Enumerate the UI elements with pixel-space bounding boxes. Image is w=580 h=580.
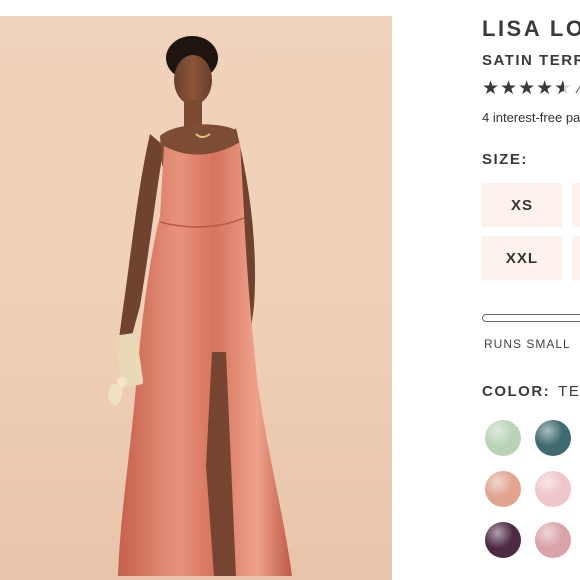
color-swatch-mauve[interactable] xyxy=(535,522,571,558)
color-swatch-plum[interactable] xyxy=(485,522,521,558)
model-wearing-dress-image xyxy=(108,36,292,576)
star-icon: ★ xyxy=(500,78,518,99)
product-details-panel: LISA LONG DRESS SATIN TERRACOTTA ★ ★ ★ ★… xyxy=(482,0,580,580)
color-swatch-teal[interactable] xyxy=(535,420,571,456)
color-swatch-terracotta[interactable] xyxy=(485,471,521,507)
size-option-xxl[interactable]: XXL xyxy=(482,236,562,280)
fit-scale-bar xyxy=(482,314,580,322)
product-subtitle: SATIN TERRACOTTA xyxy=(482,52,580,69)
size-option-xs[interactable]: XS xyxy=(482,183,562,227)
color-swatch-blush[interactable] xyxy=(535,471,571,507)
color-label-text: COLOR: xyxy=(482,383,551,400)
color-label: COLOR: TERRACOTTA xyxy=(482,383,580,400)
star-icon: ★ xyxy=(518,78,536,99)
installments-text[interactable]: 4 interest-free payments xyxy=(482,110,580,125)
selected-color-name: TERRACOTTA xyxy=(558,383,580,400)
color-swatch-sage[interactable] xyxy=(485,420,521,456)
fit-label-runs-small: RUNS SMALL xyxy=(484,337,571,351)
product-photo[interactable] xyxy=(0,16,392,580)
size-option-s[interactable] xyxy=(572,183,580,227)
size-option-3x[interactable] xyxy=(572,236,580,280)
size-label: SIZE: xyxy=(482,151,528,168)
star-icon: ★ xyxy=(482,78,500,99)
star-icon: ★ xyxy=(536,78,554,99)
product-title: LISA LONG DRESS xyxy=(482,16,580,41)
half-star-icon: ★ ★ xyxy=(554,78,572,99)
rating-stars[interactable]: ★ ★ ★ ★ ★ ★ ⁄ xyxy=(482,79,580,98)
